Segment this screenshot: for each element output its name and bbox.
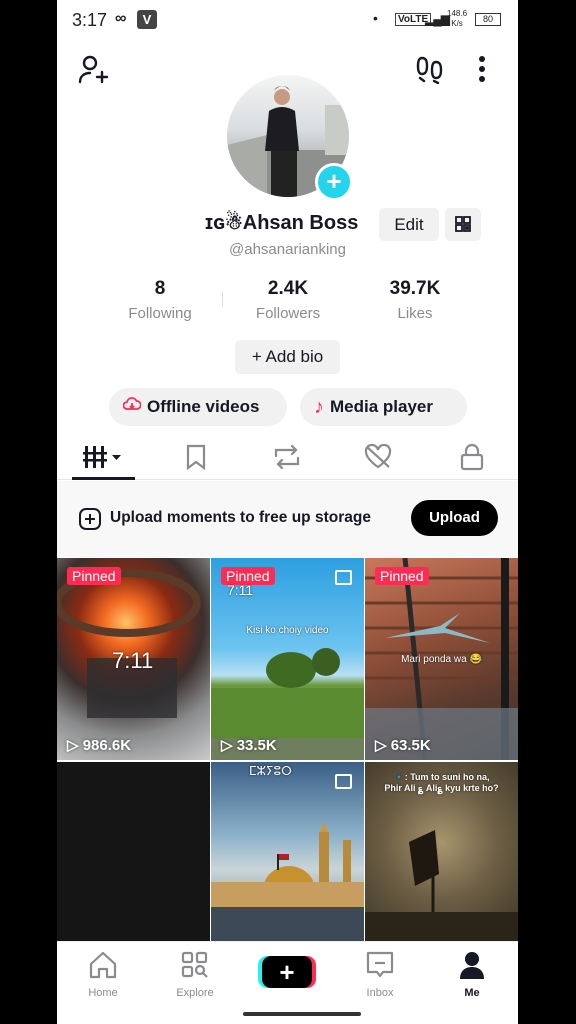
inbox-icon <box>366 951 394 978</box>
add-square-icon <box>78 508 102 535</box>
stat-label: Followers <box>255 305 321 322</box>
stat-divider <box>222 292 223 306</box>
cloud-download-icon <box>122 396 142 418</box>
nav-me[interactable]: Me <box>437 950 507 999</box>
home-indicator <box>243 1012 361 1016</box>
video-thumbnail[interactable]: Pinned Mari ponda wa 😂 ▷ 63.5K <box>365 558 518 760</box>
tab-favorites[interactable] <box>166 435 226 479</box>
infinity-icon: ∞ <box>115 10 127 27</box>
pinned-badge: Pinned <box>375 567 429 585</box>
view-count-value: 986.6K <box>82 737 132 754</box>
creator-tools-icon[interactable] <box>413 52 449 86</box>
view-count-value: 63.5K <box>390 737 431 754</box>
profile-handle: @ahsanarianking <box>229 241 346 258</box>
video-caption: ⵎⵣⵢⵓⵔ <box>249 764 292 778</box>
view-count: ▷ 33.5K <box>221 737 277 754</box>
edit-profile-button[interactable]: Edit <box>379 208 439 241</box>
active-tab-indicator <box>72 477 135 480</box>
media-player-label: Media player <box>330 397 433 416</box>
stat-value: 2.4K <box>267 278 309 299</box>
tab-videos[interactable] <box>75 435 135 479</box>
music-note-icon: ♪ <box>314 395 324 418</box>
media-player-button[interactable]: ♪ Media player <box>300 388 467 426</box>
nav-inbox-label: Inbox <box>366 987 394 999</box>
nav-home-label: Home <box>88 987 118 999</box>
network-speed: 148.6 K/s <box>447 9 468 28</box>
stat-label: Likes <box>397 305 433 322</box>
video-thumbnail[interactable]: 🔹: Tum to suni ho na, Phir Ali ؏ Ali؏ ky… <box>365 762 518 941</box>
video-caption: Kisi ko choiy video <box>246 625 329 636</box>
battery-icon: 80 <box>475 13 501 26</box>
v-app-icon: V <box>137 10 157 29</box>
upload-moments-banner: Upload moments to free up storage Upload <box>57 481 518 557</box>
status-bar: 3:17 ∞ V • VoLTE ▂▄▆ 148.6 K/s 80 <box>57 0 518 40</box>
video-thumbnail[interactable]: Pinned 7:11 Kisi ko choiy video ▷ 33.5K <box>211 558 364 760</box>
stat-value: 8 <box>154 278 166 299</box>
nav-explore-label: Explore <box>176 987 214 999</box>
profile-screen: 3:17 ∞ V • VoLTE ▂▄▆ 148.6 K/s 80 + ɪɢ☃A… <box>57 0 518 1024</box>
photo-mode-icon <box>335 774 352 789</box>
video-thumbnail[interactable] <box>57 762 210 941</box>
create-button[interactable]: + <box>262 956 312 988</box>
home-icon <box>89 951 117 979</box>
video-overlay-text: 7:11 <box>112 648 154 673</box>
content-tabs <box>57 435 518 480</box>
upload-moments-text: Upload moments to free up storage <box>110 509 371 526</box>
video-caption: 🔹: Tum to suni ho na, Phir Ali ؏ Ali؏ ky… <box>384 772 499 793</box>
tab-private[interactable] <box>442 435 502 479</box>
nav-explore[interactable]: Explore <box>160 950 230 999</box>
video-thumbnail[interactable]: ⵎⵣⵢⵓⵔ <box>211 762 364 941</box>
stat-following[interactable]: 8 Following <box>105 278 215 322</box>
photo-mode-icon <box>335 570 352 585</box>
stat-likes[interactable]: 39.7K Likes <box>360 278 470 322</box>
status-time: 3:17 <box>72 10 108 30</box>
offline-videos-button[interactable]: Offline videos <box>109 388 287 426</box>
notification-dot-icon: • <box>373 10 378 26</box>
add-friend-icon[interactable] <box>75 52 111 86</box>
pinned-badge: Pinned <box>67 567 121 585</box>
stat-followers[interactable]: 2.4K Followers <box>233 278 343 322</box>
video-grid: Pinned 7:11 ▷ 986.6K Pinned 7:11 Kisi ko… <box>57 558 518 941</box>
view-count: ▷ 63.5K <box>375 737 431 754</box>
more-options-icon[interactable] <box>467 52 497 86</box>
offline-videos-label: Offline videos <box>147 397 260 416</box>
video-overlay-text: 7:11 <box>227 582 254 598</box>
signal-icon: ▂▄▆ <box>425 12 450 26</box>
add-avatar-button[interactable]: + <box>315 163 353 201</box>
upload-button[interactable]: Upload <box>411 500 498 536</box>
nav-me-label: Me <box>464 987 480 999</box>
explore-icon <box>181 951 208 978</box>
profile-name: ɪɢ☃Ahsan Boss <box>205 212 359 234</box>
video-caption: Mari ponda wa 😂 <box>401 654 482 665</box>
qr-code-button[interactable] <box>445 208 481 241</box>
tab-reposts[interactable] <box>257 435 317 479</box>
view-count: ▷ 986.6K <box>67 737 132 754</box>
add-bio-button[interactable]: + Add bio <box>235 340 340 374</box>
view-count-value: 33.5K <box>236 737 277 754</box>
nav-home[interactable]: Home <box>68 950 138 999</box>
profile-stats: 8 Following 2.4K Followers 39.7K Likes <box>57 278 518 328</box>
stat-value: 39.7K <box>389 278 441 299</box>
video-thumbnail[interactable]: Pinned 7:11 ▷ 986.6K <box>57 558 210 760</box>
profile-icon <box>460 952 484 979</box>
stat-label: Following <box>128 305 192 322</box>
tab-liked[interactable] <box>348 435 408 479</box>
nav-inbox[interactable]: Inbox <box>345 950 415 999</box>
